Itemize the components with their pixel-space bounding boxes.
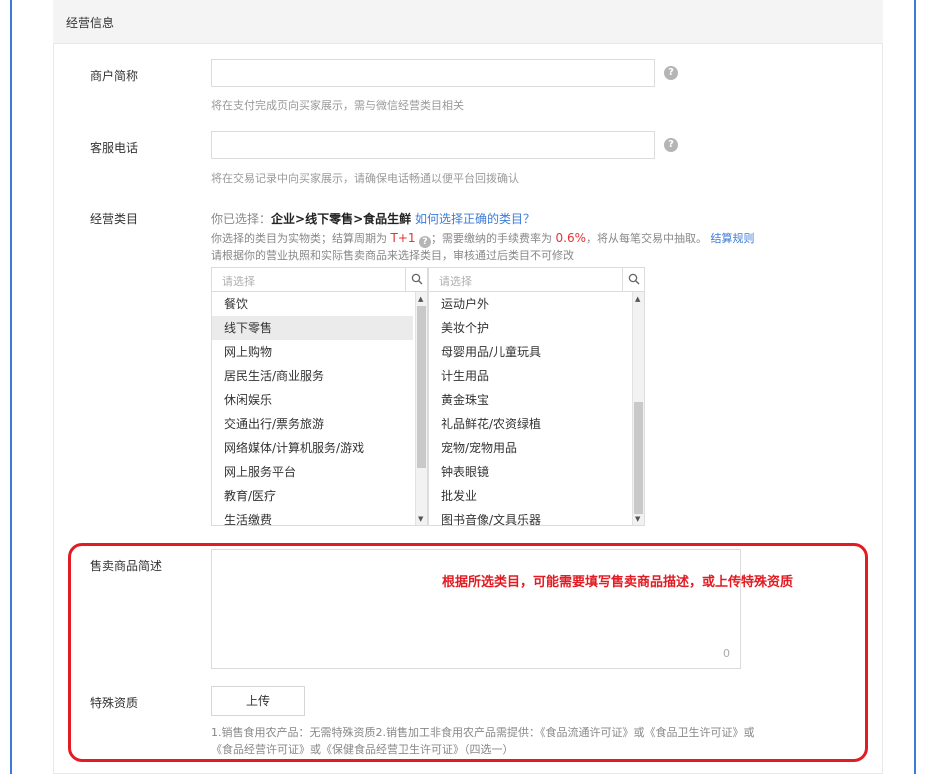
settle-cycle: T+1 [390,231,416,245]
service-phone-help-icon[interactable]: ? [664,138,678,152]
primary-scroll-thumb[interactable] [417,306,426,468]
category-label: 经营类目 [90,212,139,226]
info-part1: 你选择的类目为实物类；结算周期为 [211,232,387,245]
service-phone-label: 客服电话 [90,141,139,155]
category-option[interactable]: 黄金珠宝 [429,388,630,412]
category-option[interactable]: 餐饮 [212,292,413,316]
category-selected-prefix: 你已选择： [211,212,272,226]
qualification-note-line2: 《食品经营许可证》或《保健食品经营卫生许可证》（四选一） [211,743,514,756]
secondary-search-placeholder: 请选择 [439,275,472,288]
category-option[interactable]: 钟表眼镜 [429,460,630,484]
category-option[interactable]: 网上购物 [212,340,413,364]
category-panel-secondary: 请选择 运动户外 美妆个护 母婴用品/儿童玩具 计生用品 黄金珠宝 礼品鲜花/农资绿植 宠物… [428,267,645,527]
primary-category-list: 餐饮 线下零售 网上购物 居民生活/商业服务 休闲娱乐 交通出行/票务旅游 网络媒体/计算机… [212,292,413,532]
info-part2: ；需要缴纳的手续费率为 [431,232,553,245]
section-header [53,0,883,44]
scroll-down-icon[interactable]: ▼ [635,515,640,523]
primary-search-button[interactable] [405,268,427,291]
category-option[interactable]: 教育/医疗 [212,484,413,508]
category-option[interactable]: 居民生活/商业服务 [212,364,413,388]
secondary-scrollbar[interactable]: ▲ ▼ [632,292,644,525]
secondary-search-button[interactable] [622,268,644,291]
search-icon [628,273,640,285]
merchant-name-input[interactable] [211,59,655,87]
category-option[interactable]: 礼品鲜花/农资绿植 [429,412,630,436]
merchant-name-help-icon[interactable]: ? [664,66,678,80]
special-qualification-label: 特殊资质 [90,696,139,710]
category-panel-primary: 请选择 餐饮 线下零售 网上购物 居民生活/商业服务 休闲娱乐 交通出行/票务旅游 网络媒体… [211,267,428,527]
category-option[interactable]: 生活缴费 [212,508,413,532]
category-option[interactable]: 交通出行/票务旅游 [212,412,413,436]
category-option[interactable]: 图书音像/文具乐器 [429,508,630,532]
category-option[interactable]: 休闲娱乐 [212,388,413,412]
merchant-name-hint: 将在支付完成页向买家展示，需与微信经营类目相关 [211,99,464,112]
window-border-right [914,0,916,774]
scroll-up-icon[interactable]: ▲ [635,295,640,303]
info-part3: ，将从每笔交易中抽取。 [586,232,708,245]
primary-search-placeholder: 请选择 [222,275,255,288]
category-option[interactable]: 美妆个护 [429,316,630,340]
category-advice: 请根据你的营业执照和实际售卖商品来选择类目，审核通过后类目不可修改 [211,249,574,262]
qualification-note-line1: 1.销售食用农产品：无需特殊资质2.销售加工非食用农产品需提供：《食品流通许可证… [211,726,755,739]
upload-button[interactable]: 上传 [211,686,305,716]
category-option[interactable]: 母婴用品/儿童玩具 [429,340,630,364]
search-icon [411,273,423,285]
category-info-line: 你选择的类目为实物类；结算周期为 T+1 ? ；需要缴纳的手续费率为 0.6%，将… [211,230,755,248]
section-title: 经营信息 [66,16,115,30]
primary-search-bar[interactable]: 请选择 [212,268,427,292]
category-option[interactable]: 网络媒体/计算机服务/游戏 [212,436,413,460]
category-selected-path: 企业>线下零售>食品生鲜 [271,212,412,226]
category-option[interactable]: 计生用品 [429,364,630,388]
service-phone-hint: 将在交易记录中向买家展示，请确保电话畅通以便平台回拨确认 [211,172,519,185]
secondary-search-bar[interactable]: 请选择 [429,268,644,292]
merchant-name-label: 商户简称 [90,69,139,83]
category-option[interactable]: 宠物/宠物用品 [429,436,630,460]
fee-rate: 0.6% [555,231,587,245]
category-option[interactable]: 线下零售 [212,316,413,340]
primary-scrollbar[interactable]: ▲ ▼ [415,292,427,525]
scroll-down-icon[interactable]: ▼ [418,515,423,523]
secondary-category-list: 运动户外 美妆个护 母婴用品/儿童玩具 计生用品 黄金珠宝 礼品鲜花/农资绿植 宠物/宠物用… [429,292,630,532]
category-selected-line: 你已选择：企业>线下零售>食品生鲜 如何选择正确的类目？ [211,210,535,227]
category-option[interactable]: 运动户外 [429,292,630,316]
service-phone-input[interactable] [211,131,655,159]
category-option[interactable]: 网上服务平台 [212,460,413,484]
annotation-text: 根据所选类目，可能需要填写售卖商品描述，或上传特殊资质 [442,575,794,590]
category-option[interactable]: 批发业 [429,484,630,508]
secondary-scroll-thumb[interactable] [634,402,643,514]
scroll-up-icon[interactable]: ▲ [418,295,423,303]
settlement-rules-link[interactable]: 结算规则 [711,232,755,245]
window-border-left [10,0,12,774]
how-to-choose-link[interactable]: 如何选择正确的类目？ [415,212,535,226]
